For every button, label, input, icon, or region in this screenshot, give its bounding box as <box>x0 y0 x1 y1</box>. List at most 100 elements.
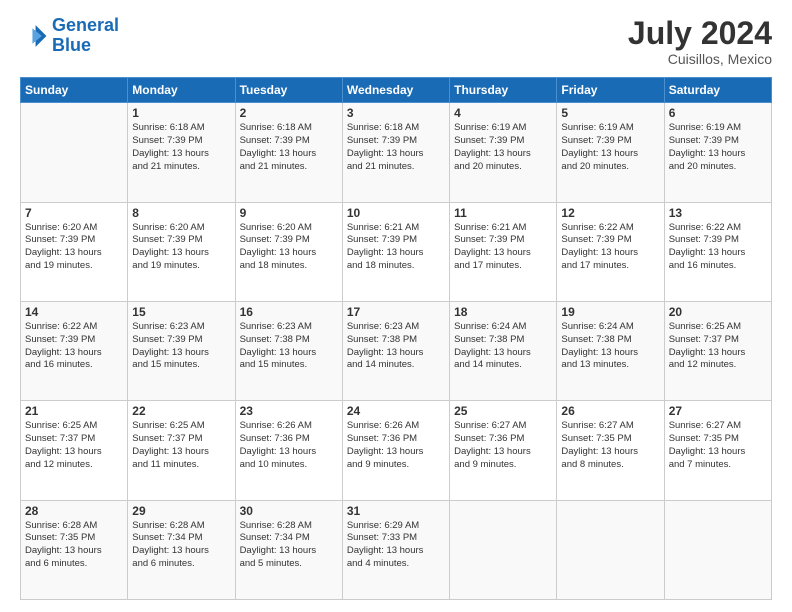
calendar-cell: 13 Sunrise: 6:22 AM Sunset: 7:39 PM Dayli… <box>664 202 771 301</box>
day-info: Sunrise: 6:22 AM Sunset: 7:39 PM Dayligh… <box>561 222 659 273</box>
calendar-cell: 5Sunrise: 6:19 AM Sunset: 7:39 PM Daylig… <box>557 103 664 202</box>
calendar: Sunday Monday Tuesday Wednesday Thursday… <box>20 77 772 600</box>
day-number: 4 <box>454 106 552 120</box>
logo-icon <box>20 22 48 50</box>
day-info: Sunrise: 6:21 AM Sunset: 7:39 PM Dayligh… <box>454 222 552 273</box>
day-number: 25 <box>454 404 552 418</box>
calendar-week-5: 28 Sunrise: 6:28 AM Sunset: 7:35 PM Dayli… <box>21 500 772 599</box>
calendar-cell: 18Sunrise: 6:24 AM Sunset: 7:38 PM Dayli… <box>450 301 557 400</box>
day-number: 23 <box>240 404 338 418</box>
logo-text: General Blue <box>52 16 119 56</box>
calendar-cell: 17Sunrise: 6:23 AM Sunset: 7:38 PM Dayli… <box>342 301 449 400</box>
day-info: Sunrise: 6:19 AM Sunset: 7:39 PM Dayligh… <box>454 122 552 173</box>
day-number: 17 <box>347 305 445 319</box>
calendar-cell: 4 Sunrise: 6:19 AM Sunset: 7:39 PM Daylig… <box>450 103 557 202</box>
day-number: 27 <box>669 404 767 418</box>
day-number: 1 <box>132 106 230 120</box>
calendar-cell: 22Sunrise: 6:25 AM Sunset: 7:37 PM Dayli… <box>128 401 235 500</box>
calendar-cell: 3 Sunrise: 6:18 AM Sunset: 7:39 PM Daylig… <box>342 103 449 202</box>
location-title: Cuisillos, Mexico <box>628 51 772 67</box>
calendar-cell: 2 Sunrise: 6:18 AM Sunset: 7:39 PM Daylig… <box>235 103 342 202</box>
day-number: 24 <box>347 404 445 418</box>
calendar-cell: 11 Sunrise: 6:21 AM Sunset: 7:39 PM Dayli… <box>450 202 557 301</box>
col-saturday: Saturday <box>664 78 771 103</box>
calendar-cell: 21Sunrise: 6:25 AM Sunset: 7:37 PM Dayli… <box>21 401 128 500</box>
day-number: 5 <box>561 106 659 120</box>
day-number: 11 <box>454 206 552 220</box>
calendar-cell: 9 Sunrise: 6:20 AM Sunset: 7:39 PM Daylig… <box>235 202 342 301</box>
day-number: 28 <box>25 504 123 518</box>
day-info: Sunrise: 6:27 AM Sunset: 7:36 PM Dayligh… <box>454 420 552 471</box>
day-number: 3 <box>347 106 445 120</box>
calendar-cell: 24 Sunrise: 6:26 AM Sunset: 7:36 PM Dayli… <box>342 401 449 500</box>
day-info: Sunrise: 6:21 AM Sunset: 7:39 PM Dayligh… <box>347 222 445 273</box>
calendar-cell: 29 Sunrise: 6:28 AM Sunset: 7:34 PM Dayli… <box>128 500 235 599</box>
calendar-cell: 20 Sunrise: 6:25 AM Sunset: 7:37 PM Dayli… <box>664 301 771 400</box>
calendar-cell <box>450 500 557 599</box>
calendar-cell: 1Sunrise: 6:18 AM Sunset: 7:39 PM Daylig… <box>128 103 235 202</box>
day-info: Sunrise: 6:26 AM Sunset: 7:36 PM Dayligh… <box>240 420 338 471</box>
day-info: Sunrise: 6:28 AM Sunset: 7:35 PM Dayligh… <box>25 520 123 571</box>
day-number: 15 <box>132 305 230 319</box>
day-info: Sunrise: 6:23 AM Sunset: 7:39 PM Dayligh… <box>132 321 230 372</box>
day-number: 20 <box>669 305 767 319</box>
calendar-cell <box>557 500 664 599</box>
calendar-cell: 7 Sunrise: 6:20 AM Sunset: 7:39 PM Daylig… <box>21 202 128 301</box>
day-info: Sunrise: 6:25 AM Sunset: 7:37 PM Dayligh… <box>25 420 123 471</box>
day-number: 2 <box>240 106 338 120</box>
col-sunday: Sunday <box>21 78 128 103</box>
day-info: Sunrise: 6:20 AM Sunset: 7:39 PM Dayligh… <box>25 222 123 273</box>
day-number: 9 <box>240 206 338 220</box>
day-number: 16 <box>240 305 338 319</box>
calendar-week-4: 21Sunrise: 6:25 AM Sunset: 7:37 PM Dayli… <box>21 401 772 500</box>
day-info: Sunrise: 6:22 AM Sunset: 7:39 PM Dayligh… <box>669 222 767 273</box>
calendar-cell: 30Sunrise: 6:28 AM Sunset: 7:34 PM Dayli… <box>235 500 342 599</box>
logo: General Blue <box>20 16 119 56</box>
day-number: 13 <box>669 206 767 220</box>
day-number: 8 <box>132 206 230 220</box>
day-info: Sunrise: 6:18 AM Sunset: 7:39 PM Dayligh… <box>240 122 338 173</box>
calendar-cell: 19 Sunrise: 6:24 AM Sunset: 7:38 PM Dayli… <box>557 301 664 400</box>
calendar-cell: 8Sunrise: 6:20 AM Sunset: 7:39 PM Daylig… <box>128 202 235 301</box>
day-number: 31 <box>347 504 445 518</box>
page: General Blue July 2024 Cuisillos, Mexico… <box>0 0 792 612</box>
calendar-cell: 27 Sunrise: 6:27 AM Sunset: 7:35 PM Dayli… <box>664 401 771 500</box>
day-info: Sunrise: 6:28 AM Sunset: 7:34 PM Dayligh… <box>240 520 338 571</box>
day-number: 22 <box>132 404 230 418</box>
logo-line2: Blue <box>52 35 91 55</box>
calendar-week-2: 7 Sunrise: 6:20 AM Sunset: 7:39 PM Daylig… <box>21 202 772 301</box>
day-number: 10 <box>347 206 445 220</box>
logo-line1: General <box>52 15 119 35</box>
calendar-cell: 10 Sunrise: 6:21 AM Sunset: 7:39 PM Dayli… <box>342 202 449 301</box>
col-wednesday: Wednesday <box>342 78 449 103</box>
day-number: 29 <box>132 504 230 518</box>
calendar-cell: 23 Sunrise: 6:26 AM Sunset: 7:36 PM Dayli… <box>235 401 342 500</box>
day-number: 6 <box>669 106 767 120</box>
day-number: 26 <box>561 404 659 418</box>
day-info: Sunrise: 6:27 AM Sunset: 7:35 PM Dayligh… <box>669 420 767 471</box>
day-number: 19 <box>561 305 659 319</box>
calendar-header-row: Sunday Monday Tuesday Wednesday Thursday… <box>21 78 772 103</box>
day-info: Sunrise: 6:23 AM Sunset: 7:38 PM Dayligh… <box>240 321 338 372</box>
day-number: 7 <box>25 206 123 220</box>
day-info: Sunrise: 6:22 AM Sunset: 7:39 PM Dayligh… <box>25 321 123 372</box>
day-info: Sunrise: 6:25 AM Sunset: 7:37 PM Dayligh… <box>669 321 767 372</box>
title-block: July 2024 Cuisillos, Mexico <box>628 16 772 67</box>
day-number: 12 <box>561 206 659 220</box>
col-thursday: Thursday <box>450 78 557 103</box>
day-info: Sunrise: 6:24 AM Sunset: 7:38 PM Dayligh… <box>454 321 552 372</box>
calendar-cell: 16 Sunrise: 6:23 AM Sunset: 7:38 PM Dayli… <box>235 301 342 400</box>
calendar-week-1: 1 Sunrise: 6:18 AM Sunset: 7:39 PM Daylig… <box>21 103 772 202</box>
calendar-cell: 15 Sunrise: 6:23 AM Sunset: 7:39 PM Dayli… <box>128 301 235 400</box>
col-friday: Friday <box>557 78 664 103</box>
calendar-cell: 12 Sunrise: 6:22 AM Sunset: 7:39 PM Dayli… <box>557 202 664 301</box>
calendar-week-3: 14Sunrise: 6:22 AM Sunset: 7:39 PM Dayli… <box>21 301 772 400</box>
day-info: Sunrise: 6:18 AM Sunset: 7:39 PM Dayligh… <box>347 122 445 173</box>
day-info: Sunrise: 6:20 AM Sunset: 7:39 PM Dayligh… <box>240 222 338 273</box>
header: General Blue July 2024 Cuisillos, Mexico <box>20 16 772 67</box>
day-info: Sunrise: 6:24 AM Sunset: 7:38 PM Dayligh… <box>561 321 659 372</box>
calendar-cell: 6 Sunrise: 6:19 AM Sunset: 7:39 PM Daylig… <box>664 103 771 202</box>
day-info: Sunrise: 6:19 AM Sunset: 7:39 PM Dayligh… <box>669 122 767 173</box>
day-info: Sunrise: 6:26 AM Sunset: 7:36 PM Dayligh… <box>347 420 445 471</box>
day-info: Sunrise: 6:28 AM Sunset: 7:34 PM Dayligh… <box>132 520 230 571</box>
